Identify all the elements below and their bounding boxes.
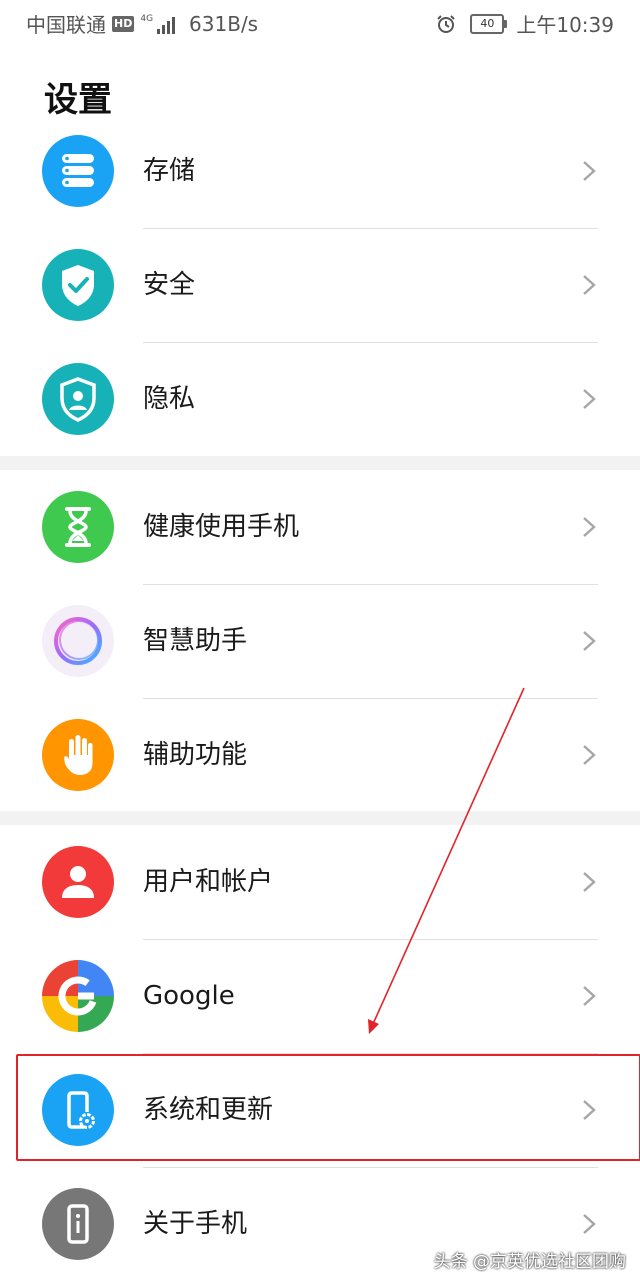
chevron-right-icon [583,986,596,1006]
settings-item-label: 用户和帐户 [143,867,274,897]
group-separator [0,811,640,825]
phone-info-icon [42,1188,114,1260]
user-icon [42,846,114,918]
group-separator [0,456,640,470]
status-left: 中国联通 HD 4G 631B/s [26,9,258,38]
chevron-right-icon [583,1214,596,1234]
settings-item-label: 智慧助手 [143,626,248,656]
signal-icon: 4G [140,13,176,34]
security-shield-icon [42,249,114,321]
settings-item-storage[interactable]: 存储 [0,114,640,228]
settings-item-google[interactable]: Google [0,939,640,1053]
net-speed: 631B/s [189,11,259,36]
chevron-right-icon [583,389,596,409]
hd-badge: HD [112,15,135,32]
settings-item-system-update[interactable]: 系统和更新 [0,1053,640,1167]
settings-item-privacy[interactable]: 隐私 [0,342,640,456]
settings-item-label: 关于手机 [143,1209,248,1239]
carrier-name: 中国联通 [26,13,106,37]
clock: 上午10:39 [516,13,614,37]
settings-item-security[interactable]: 安全 [0,228,640,342]
phone-settings-icon [42,1074,114,1146]
status-bar: 中国联通 HD 4G 631B/s 40 上午10:39 [0,0,640,44]
status-right: 40 上午10:39 [436,9,614,38]
settings-item-accessibility[interactable]: 辅助功能 [0,698,640,812]
google-icon [42,960,114,1032]
chevron-right-icon [583,161,596,181]
hand-icon [42,719,114,791]
chevron-right-icon [583,1100,596,1120]
settings-item-label: 系统和更新 [143,1095,274,1125]
privacy-shield-icon [42,363,114,435]
chevron-right-icon [583,872,596,892]
settings-item-label: 隐私 [143,384,196,414]
watermark-text: 头条 @京英优选社区团购 [433,1252,626,1272]
settings-item-label: 存储 [143,156,196,186]
chevron-right-icon [583,745,596,765]
hourglass-icon [42,491,114,563]
smart-assistant-icon [42,605,114,677]
settings-item-smart-assistant[interactable]: 智慧助手 [0,584,640,698]
chevron-right-icon [583,275,596,295]
chevron-right-icon [583,517,596,537]
network-type: 4G [140,13,154,24]
battery-icon: 40 [470,13,508,34]
alarm-icon [437,14,456,33]
settings-item-label: 辅助功能 [143,740,248,770]
settings-item-digital-balance[interactable]: 健康使用手机 [0,470,640,584]
storage-icon [42,135,114,207]
settings-item-label: 健康使用手机 [143,512,300,542]
chevron-right-icon [583,631,596,651]
settings-item-label: 安全 [143,270,196,300]
settings-item-label: Google [143,981,235,1011]
settings-item-users-accounts[interactable]: 用户和帐户 [0,825,640,939]
